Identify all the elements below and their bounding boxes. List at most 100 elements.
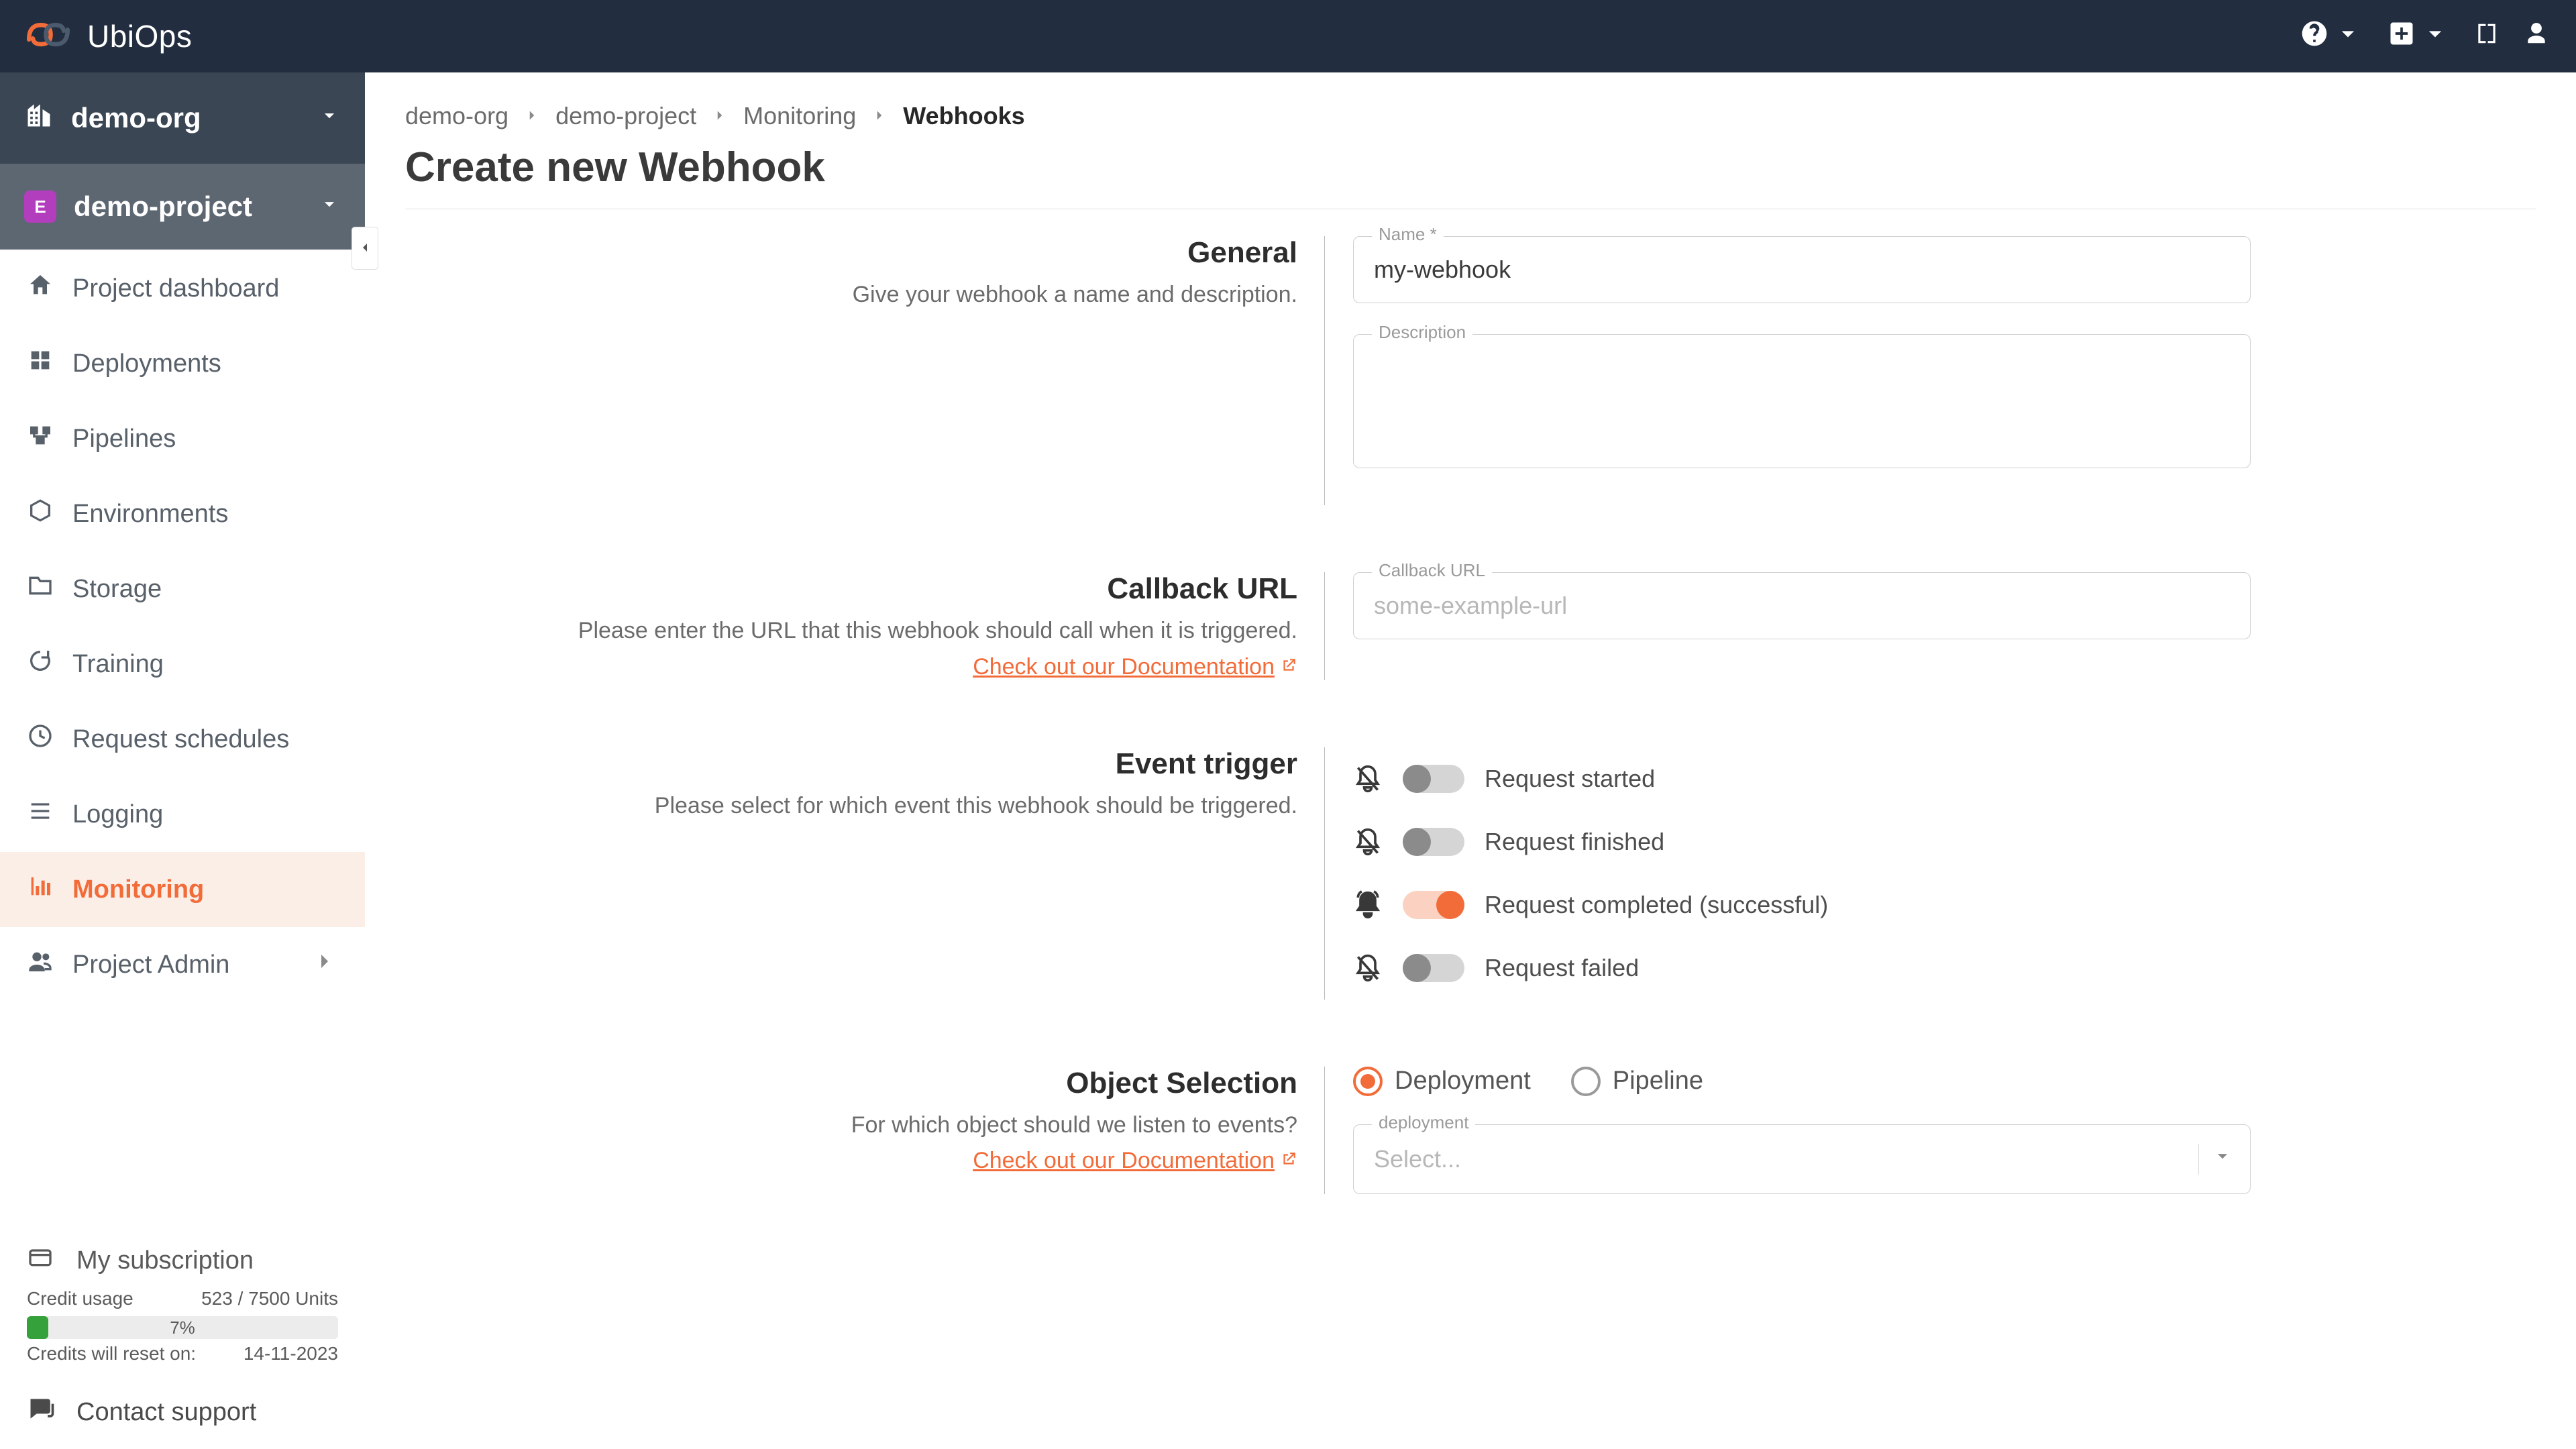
sidebar-item-label: Request schedules [72, 725, 289, 754]
section-title: Object Selection [405, 1067, 1297, 1100]
subscription-link[interactable]: My subscription [27, 1244, 338, 1277]
section-title: Callback URL [405, 572, 1297, 606]
contact-support[interactable]: Contact support [0, 1375, 365, 1449]
documentation-link[interactable]: Check out our Documentation [973, 1148, 1297, 1174]
event-toggle-row: Request finished [1353, 810, 2251, 873]
credit-reset-label: Credits will reset on: [27, 1343, 196, 1364]
event-label: Request failed [1485, 954, 1639, 982]
sidebar-item-monitoring[interactable]: Monitoring [0, 852, 365, 927]
sidebar-item-logging[interactable]: Logging [0, 777, 365, 852]
help-menu[interactable] [2300, 19, 2363, 54]
section-desc: Please enter the URL that this webhook s… [405, 615, 1297, 647]
plus-box-icon [2387, 19, 2416, 54]
radio-label: Pipeline [1613, 1067, 1703, 1095]
event-toggle[interactable] [1403, 954, 1464, 982]
credit-usage-value: 523 / 7500 Units [201, 1288, 338, 1309]
sidebar-item-storage[interactable]: Storage [0, 551, 365, 627]
section-object-selection: Object Selection For which object should… [405, 1067, 2536, 1194]
radio-deployment[interactable]: Deployment [1353, 1067, 1531, 1096]
sidebar-item-pipelines[interactable]: Pipelines [0, 401, 365, 476]
breadcrumb-item[interactable]: Monitoring [743, 102, 856, 130]
sidebar-item-label: Environments [72, 500, 228, 529]
chevron-down-icon [2333, 19, 2363, 54]
breadcrumb-item[interactable]: demo-project [555, 102, 696, 130]
deployment-select-label: deployment [1372, 1112, 1475, 1133]
doc-link-text: Check out our Documentation [973, 1148, 1275, 1174]
account-menu[interactable] [2524, 21, 2549, 52]
breadcrumb-item[interactable]: demo-org [405, 102, 508, 130]
sidebar-item-label: Deployments [72, 350, 221, 378]
book-icon [2474, 21, 2500, 52]
users-icon [27, 948, 54, 981]
bell-off-icon [1353, 827, 1383, 857]
sidebar-item-dashboard[interactable]: Project dashboard [0, 251, 365, 326]
sidebar-footer: My subscription Credit usage 523 / 7500 … [0, 1228, 365, 1375]
subscription-label: My subscription [76, 1246, 254, 1275]
building-icon [24, 101, 54, 136]
sidebar-item-label: Logging [72, 800, 163, 829]
deployment-select[interactable]: Select... [1353, 1124, 2251, 1194]
list-icon [27, 798, 54, 831]
breadcrumb: demo-org demo-project Monitoring Webhook… [405, 102, 2536, 130]
description-field-wrapper: Description [1353, 334, 2251, 474]
section-title: Event trigger [405, 747, 1297, 781]
name-input[interactable] [1353, 236, 2251, 303]
sidebar-item-label: Training [72, 650, 164, 679]
doc-link-text: Check out our Documentation [973, 654, 1275, 680]
page-title: Create new Webhook [405, 144, 2536, 191]
chevron-down-icon [2211, 1144, 2234, 1173]
description-input[interactable] [1353, 334, 2251, 468]
sidebar-collapse-button[interactable] [352, 227, 378, 270]
user-icon [2524, 21, 2549, 52]
section-callback: Callback URL Please enter the URL that t… [405, 572, 2536, 680]
org-name: demo-org [71, 102, 201, 134]
home-icon [27, 272, 54, 305]
section-desc: Please select for which event this webho… [405, 790, 1297, 822]
chevron-down-icon [2420, 19, 2450, 54]
event-toggle-row: Request completed (successful) [1353, 873, 2251, 936]
event-toggle[interactable] [1403, 765, 1464, 793]
clock-icon [27, 722, 54, 756]
sidebar: demo-org E demo-project Project dashboar… [0, 72, 365, 1449]
name-label: Name * [1372, 224, 1444, 245]
credit-progress: 7% [27, 1316, 338, 1339]
folder-icon [27, 572, 54, 606]
package-icon [27, 497, 54, 531]
sidebar-item-environments[interactable]: Environments [0, 476, 365, 551]
section-desc: Give your webhook a name and description… [405, 279, 1297, 311]
sidebar-item-training[interactable]: Training [0, 627, 365, 702]
breadcrumb-current: Webhooks [903, 102, 1024, 130]
logo-icon [24, 20, 72, 52]
create-menu[interactable] [2387, 19, 2450, 54]
pipeline-icon [27, 422, 54, 455]
event-toggle-row: Request started [1353, 747, 2251, 810]
section-title: General [405, 236, 1297, 270]
project-name: demo-project [74, 191, 252, 223]
brand: UbiOps [24, 18, 192, 54]
sidebar-item-deployments[interactable]: Deployments [0, 326, 365, 401]
event-label: Request started [1485, 765, 1655, 793]
project-selector[interactable]: E demo-project [0, 164, 365, 250]
event-toggle[interactable] [1403, 891, 1464, 919]
external-link-icon [1280, 654, 1297, 680]
radio-pipeline[interactable]: Pipeline [1571, 1067, 1703, 1096]
radio-label: Deployment [1395, 1067, 1531, 1095]
callback-url-label: Callback URL [1372, 560, 1492, 581]
card-icon [27, 1244, 54, 1277]
credit-usage-label: Credit usage [27, 1288, 133, 1309]
docs-button[interactable] [2474, 21, 2500, 52]
sidebar-item-project-admin[interactable]: Project Admin [0, 927, 365, 1002]
documentation-link[interactable]: Check out our Documentation [973, 654, 1297, 680]
sidebar-item-schedules[interactable]: Request schedules [0, 702, 365, 777]
chevron-down-icon [318, 104, 341, 133]
bell-off-icon [1353, 764, 1383, 794]
org-selector[interactable]: demo-org [0, 72, 365, 164]
sidebar-item-label: Project dashboard [72, 274, 279, 303]
bell-on-icon [1353, 890, 1383, 920]
select-separator [2198, 1144, 2199, 1175]
event-toggle[interactable] [1403, 828, 1464, 856]
callback-url-field-wrapper: Callback URL [1353, 572, 2251, 639]
credit-reset-value: 14-11-2023 [244, 1343, 338, 1364]
callback-url-input[interactable] [1353, 572, 2251, 639]
sidebar-item-label: Storage [72, 575, 162, 604]
